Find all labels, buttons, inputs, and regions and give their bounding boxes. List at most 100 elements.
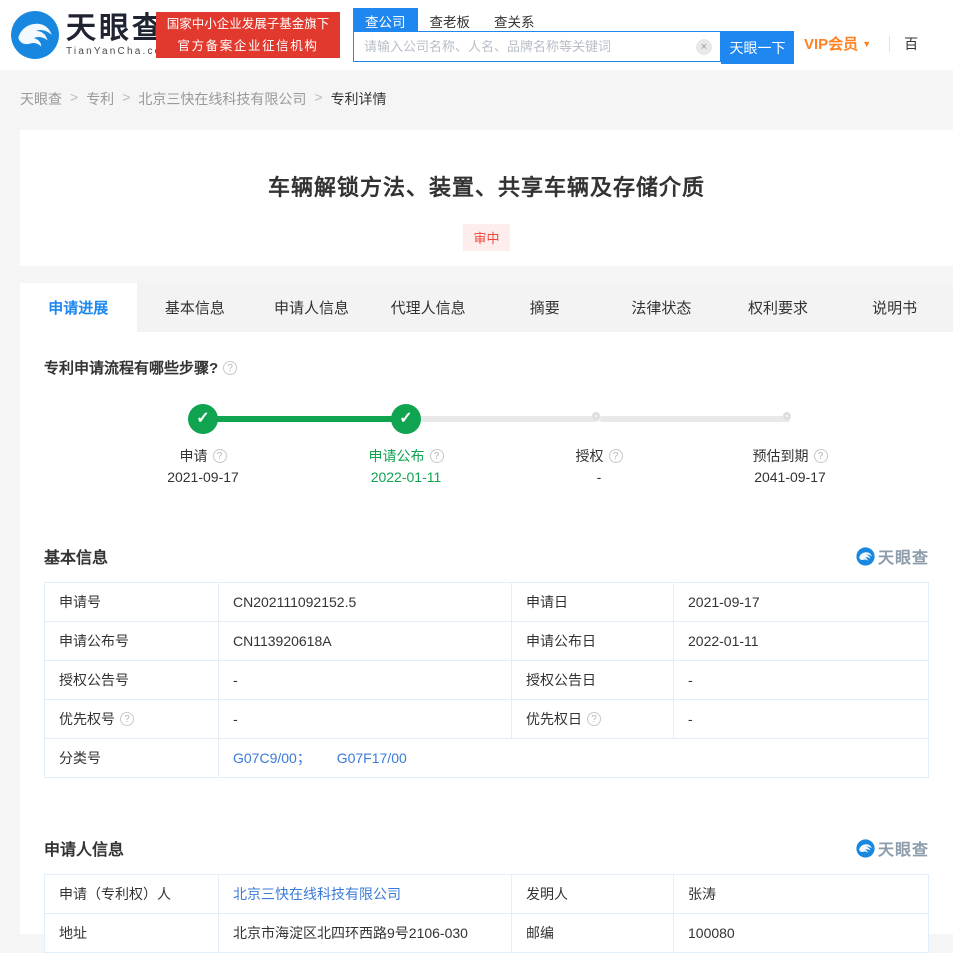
table-row: 地址 北京市海淀区北四环西路9号2106-030 邮编 100080 [45, 914, 929, 953]
field-value: - [674, 700, 929, 739]
field-label: 分类号 [45, 739, 219, 778]
chevron-down-icon[interactable]: ▼ [862, 39, 871, 49]
pending-circle-icon [592, 412, 600, 420]
tab-legal-status[interactable]: 法律状态 [603, 283, 720, 332]
gov-badge-line1: 国家中小企业发展子基金旗下 [163, 14, 333, 36]
patent-title: 车辆解锁方法、装置、共享车辆及存储介质 [20, 170, 953, 202]
check-circle-icon: ✓ [391, 404, 421, 434]
breadcrumb-current: 专利详情 [331, 89, 387, 109]
tab-applicant-info[interactable]: 申请人信息 [253, 283, 370, 332]
help-icon[interactable]: ? [120, 712, 134, 726]
timeline-step-label: 预估到期 ? [700, 446, 880, 466]
timeline-segment-todo [599, 416, 790, 422]
field-label: 申请日 [512, 583, 674, 622]
patent-progress-timeline: ✓ ✓ 申请 ? 申请公布 ? 授权 ? 预估到期 ? 2021-09-17 2… [44, 386, 929, 508]
applicant-company-link[interactable]: 北京三快在线科技有限公司 [233, 886, 401, 902]
timeline-step-label: 申请公布 ? [316, 446, 496, 466]
header-divider [889, 36, 890, 52]
watermark-text: 天眼查 [878, 836, 929, 860]
gov-badge-line2: 官方备案企业征信机构 [163, 36, 333, 58]
clear-input-icon[interactable]: × [696, 39, 712, 55]
field-label: 优先权号 ? [45, 700, 219, 739]
section-title: 基本信息 [44, 544, 108, 568]
pending-circle-icon [783, 412, 791, 420]
tianyancha-watermark-icon [856, 547, 875, 566]
field-label: 邮编 [512, 914, 674, 953]
table-row: 分类号 G07C9/00； G07F17/00 [45, 739, 929, 778]
search-tab-company[interactable]: 查公司 [353, 8, 418, 31]
classification-link[interactable]: G07C9/00； [233, 750, 311, 766]
timeline-step-date: - [509, 469, 689, 485]
search-tab-relation[interactable]: 查关系 [482, 8, 547, 31]
breadcrumb-separator: > [314, 89, 322, 109]
search-input[interactable] [354, 39, 696, 54]
field-value: - [674, 661, 929, 700]
applicant-info-section-heading: 申请人信息 天眼查 [44, 836, 929, 860]
classification-link[interactable]: G07F17/00 [337, 750, 407, 766]
tianyancha-watermark: 天眼查 [856, 544, 929, 568]
field-value: 100080 [674, 914, 929, 953]
table-row: 优先权号 ? - 优先权日 ? - [45, 700, 929, 739]
tianyancha-logo[interactable]: 天眼查 TianYanCha.com [10, 10, 173, 60]
timeline-step-date: 2041-09-17 [700, 469, 880, 485]
help-icon[interactable]: ? [609, 449, 623, 463]
timeline-step-label: 申请 ? [113, 446, 293, 466]
timeline-step-date: 2022-01-11 [316, 469, 496, 485]
progress-question-text: 专利申请流程有哪些步骤? [44, 357, 218, 378]
help-icon[interactable]: ? [213, 449, 227, 463]
detail-tabbar: 申请进展 基本信息 申请人信息 代理人信息 摘要 法律状态 权利要求 说明书 [20, 283, 953, 332]
field-label: 优先权日 ? [512, 700, 674, 739]
field-value: 2022-01-11 [674, 622, 929, 661]
tab-basic-info[interactable]: 基本信息 [137, 283, 254, 332]
vip-membership-link[interactable]: VIP会员 [804, 33, 858, 54]
field-label: 申请公布号 [45, 622, 219, 661]
field-value: 2021-09-17 [674, 583, 929, 622]
help-icon[interactable]: ? [430, 449, 444, 463]
tab-application-progress[interactable]: 申请进展 [20, 283, 137, 332]
search-box: × [353, 31, 721, 62]
search-tab-boss[interactable]: 查老板 [418, 8, 483, 31]
search-tabs: 查公司 查老板 查关系 [353, 8, 794, 31]
tianyancha-watermark: 天眼查 [856, 836, 929, 860]
table-row: 申请（专利权）人 北京三快在线科技有限公司 发明人 张涛 [45, 875, 929, 914]
field-value: 北京市海淀区北四环西路9号2106-030 [219, 914, 512, 953]
field-value: CN202111092152.5 [219, 583, 512, 622]
tab-agent-info[interactable]: 代理人信息 [370, 283, 487, 332]
basic-info-section-heading: 基本信息 天眼查 [44, 544, 929, 568]
patent-title-card: 车辆解锁方法、装置、共享车辆及存储介质 审中 [20, 130, 953, 266]
breadcrumb-separator: > [122, 89, 130, 109]
breadcrumb-home[interactable]: 天眼查 [20, 89, 62, 109]
check-circle-icon: ✓ [188, 404, 218, 434]
breadcrumb-separator: > [70, 89, 78, 109]
timeline-step-label: 授权 ? [509, 446, 689, 466]
field-label: 发明人 [512, 875, 674, 914]
timeline-segment-todo [406, 416, 599, 422]
header-nav-item-partial[interactable]: 百 [904, 34, 918, 54]
tab-abstract[interactable]: 摘要 [487, 283, 604, 332]
field-label: 申请公布日 [512, 622, 674, 661]
tianyancha-logo-icon [10, 10, 60, 60]
watermark-text: 天眼查 [878, 544, 929, 568]
breadcrumb-patent[interactable]: 专利 [86, 89, 114, 109]
field-label: 地址 [45, 914, 219, 953]
help-icon[interactable]: ? [223, 361, 237, 375]
header-right: VIP会员 ▼ 百 [804, 33, 918, 54]
progress-question-heading: 专利申请流程有哪些步骤? ? [44, 332, 929, 378]
table-row: 申请号 CN202111092152.5 申请日 2021-09-17 [45, 583, 929, 622]
search-button[interactable]: 天眼一下 [721, 31, 794, 64]
timeline-segment-done [203, 416, 406, 422]
field-value: CN113920618A [219, 622, 512, 661]
section-title: 申请人信息 [44, 836, 124, 860]
tab-claims[interactable]: 权利要求 [720, 283, 837, 332]
field-label: 申请号 [45, 583, 219, 622]
patent-status-badge: 审中 [463, 224, 509, 251]
field-label: 申请（专利权）人 [45, 875, 219, 914]
tab-description[interactable]: 说明书 [836, 283, 953, 332]
table-row: 授权公告号 - 授权公告日 - [45, 661, 929, 700]
gov-certification-badge: 国家中小企业发展子基金旗下 官方备案企业征信机构 [156, 12, 340, 58]
help-icon[interactable]: ? [814, 449, 828, 463]
breadcrumb-company[interactable]: 北京三快在线科技有限公司 [138, 89, 306, 109]
help-icon[interactable]: ? [587, 712, 601, 726]
field-value: - [219, 700, 512, 739]
timeline-step-date: 2021-09-17 [113, 469, 293, 485]
